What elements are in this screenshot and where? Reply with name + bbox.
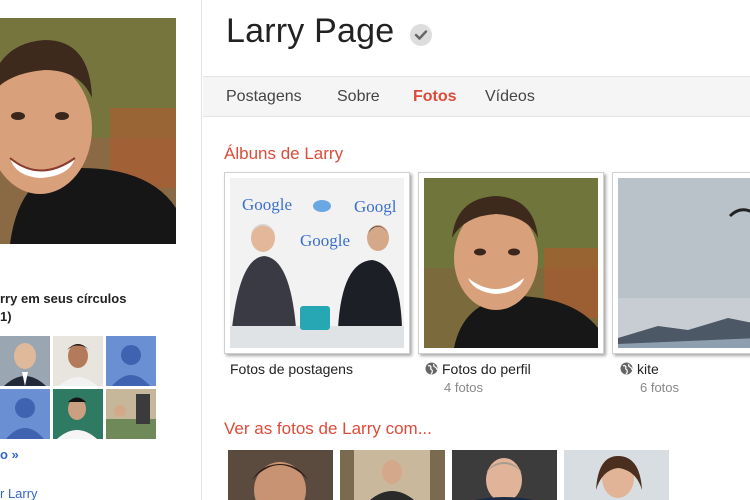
album-photo-count: 6 fotos — [640, 380, 680, 395]
album-label-text: kite — [637, 361, 659, 377]
album-fotos-de-postagens[interactable]: Google Googl Google — [224, 172, 410, 354]
checkmark-circle-icon — [410, 24, 432, 46]
person-thumbnail[interactable] — [564, 450, 669, 500]
album-logo-text: Google — [300, 231, 350, 250]
person-thumbnail[interactable] — [452, 450, 557, 500]
photos-with-heading: Ver as fotos de Larry com... — [224, 419, 432, 438]
person-thumbnail[interactable] — [228, 450, 333, 500]
avatar[interactable] — [53, 389, 103, 439]
album-label-text: Fotos do perfil — [442, 361, 531, 377]
avatar[interactable] — [53, 336, 103, 386]
album-cover — [424, 178, 598, 348]
album-label[interactable]: Fotos de postagens — [230, 361, 353, 377]
album-label-with-icon[interactable]: Fotos do perfil — [425, 361, 531, 377]
album-label-with-icon[interactable]: kite — [620, 361, 659, 377]
album-fotos-do-perfil[interactable] — [418, 172, 604, 354]
tab-sobre[interactable]: Sobre — [337, 88, 380, 106]
circles-count: 1) — [0, 309, 12, 324]
tab-fotos[interactable]: Fotos — [413, 88, 457, 106]
more-circles-link[interactable]: o » — [0, 447, 19, 462]
album-photo-count: 4 fotos — [444, 380, 484, 395]
person-thumbnail[interactable] — [340, 450, 445, 500]
album-logo-text: Googl — [354, 197, 397, 216]
album-logo-text: Google — [242, 195, 292, 214]
tab-postagens[interactable]: Postagens — [226, 88, 302, 106]
profile-photo[interactable] — [0, 18, 176, 244]
albums-heading: Álbuns de Larry — [224, 144, 344, 163]
circles-title-text: rry em seus círculos — [0, 291, 127, 306]
album-kite[interactable] — [612, 172, 750, 354]
profile-name: Larry Page — [226, 12, 395, 50]
left-column: rry em seus círculos 1) o » r Larry — [0, 0, 202, 500]
profile-tabs: Postagens Sobre Fotos Vídeos — [203, 76, 750, 117]
avatar-placeholder[interactable] — [106, 336, 156, 386]
globe-icon — [620, 362, 633, 375]
avatar-placeholder[interactable] — [0, 389, 50, 439]
follow-link[interactable]: r Larry — [0, 486, 38, 500]
globe-icon — [425, 362, 438, 375]
album-cover — [618, 178, 750, 348]
tab-videos[interactable]: Vídeos — [485, 88, 535, 106]
avatar[interactable] — [0, 336, 50, 386]
album-cover: Google Googl Google — [230, 178, 404, 348]
avatar[interactable] — [106, 389, 156, 439]
circles-heading: rry em seus círculos 1) — [0, 290, 200, 326]
